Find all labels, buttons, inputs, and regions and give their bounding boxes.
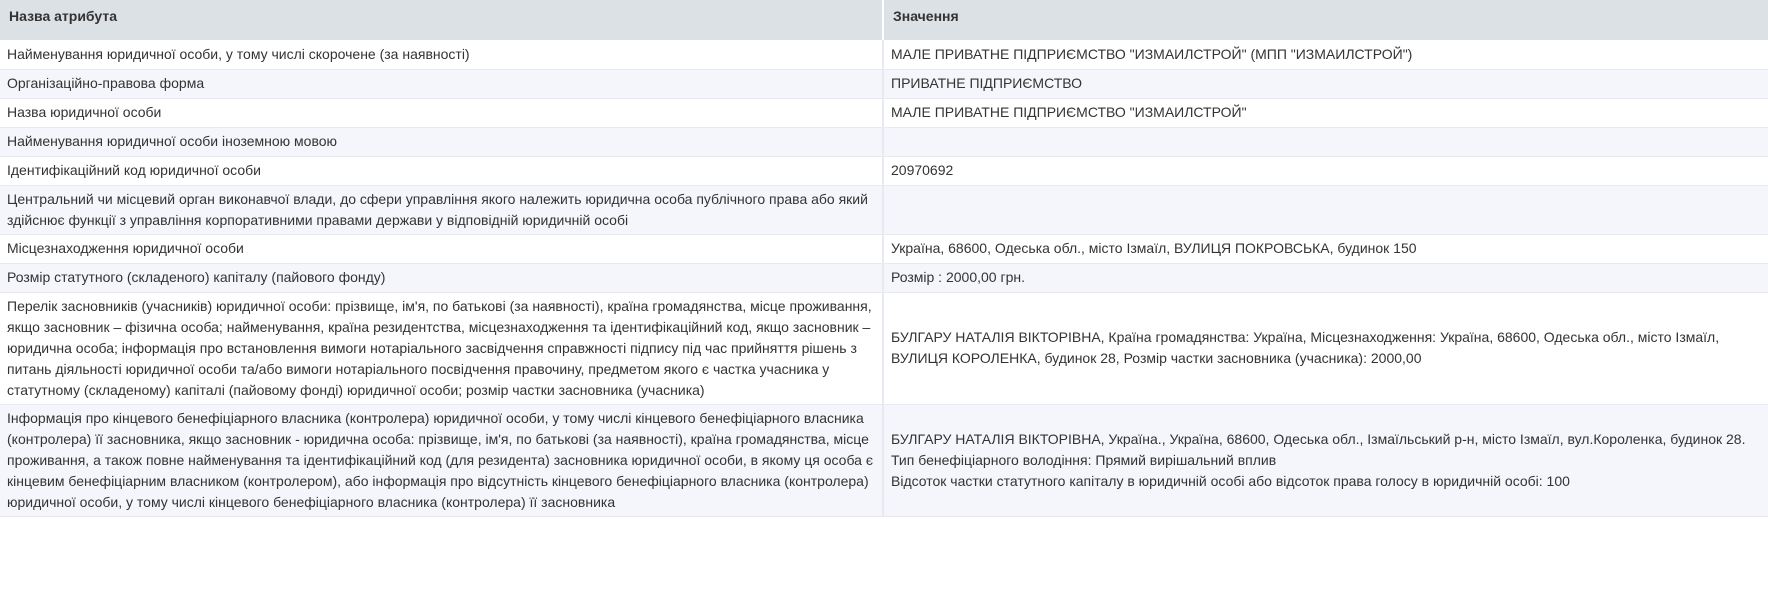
attribute-cell: Найменування юридичної особи іноземною м…: [0, 127, 884, 157]
value-cell: БУЛГАРУ НАТАЛІЯ ВІКТОРІВНА, Україна., Ук…: [883, 404, 1768, 517]
table-row: Організаційно-правова форма ПРИВАТНЕ ПІД…: [0, 69, 1768, 99]
table-row: Центральний чи місцевий орган виконавчої…: [0, 185, 1768, 235]
attribute-cell: Центральний чи місцевий орган виконавчої…: [0, 185, 884, 235]
attributes-table: Назва атрибута Значення Найменування юри…: [0, 0, 1768, 517]
beneficiary-ownership-type: Тип бенефіціарного володіння: Прямий вир…: [891, 451, 1277, 468]
attribute-cell: Назва юридичної особи: [0, 98, 884, 128]
value-cell: 20970692: [883, 156, 1768, 186]
beneficiary-share-percent: Відсоток частки статутного капіталу в юр…: [891, 472, 1570, 489]
attribute-cell: Перелік засновників (учасників) юридично…: [0, 292, 884, 405]
table-row: Місцезнаходження юридичної особи Україна…: [0, 234, 1768, 264]
attribute-cell: Ідентифікаційний код юридичної особи: [0, 156, 884, 186]
table-row: Найменування юридичної особи, у тому чис…: [0, 40, 1768, 70]
attribute-cell: Інформація про кінцевого бенефіціарного …: [0, 404, 884, 517]
attribute-cell: Найменування юридичної особи, у тому чис…: [0, 40, 884, 70]
table-row: Ідентифікаційний код юридичної особи 209…: [0, 156, 1768, 186]
table-row: Розмір статутного (складеного) капіталу …: [0, 263, 1768, 293]
attribute-cell: Місцезнаходження юридичної особи: [0, 234, 884, 264]
table-row: Найменування юридичної особи іноземною м…: [0, 127, 1768, 157]
attribute-cell: Розмір статутного (складеного) капіталу …: [0, 263, 884, 293]
value-cell: ПРИВАТНЕ ПІДПРИЄМСТВО: [883, 69, 1768, 99]
table-header-row: Назва атрибута Значення: [0, 0, 1768, 40]
table-row: Інформація про кінцевого бенефіціарного …: [0, 404, 1768, 517]
value-cell: Розмір : 2000,00 грн.: [883, 263, 1768, 293]
value-cell: БУЛГАРУ НАТАЛІЯ ВІКТОРІВНА, Країна грома…: [883, 292, 1768, 405]
column-header-value[interactable]: Значення: [883, 0, 1768, 40]
value-cell: [883, 127, 1768, 157]
attribute-cell: Організаційно-правова форма: [0, 69, 884, 99]
table-row: Перелік засновників (учасників) юридично…: [0, 292, 1768, 405]
table-row: Назва юридичної особи МАЛЕ ПРИВАТНЕ ПІДП…: [0, 98, 1768, 128]
beneficiary-details: БУЛГАРУ НАТАЛІЯ ВІКТОРІВНА, Україна., Ук…: [891, 430, 1746, 447]
value-cell: [883, 185, 1768, 235]
value-cell: МАЛЕ ПРИВАТНЕ ПІДПРИЄМСТВО "ИЗМАИЛСТРОЙ": [883, 98, 1768, 128]
value-cell: МАЛЕ ПРИВАТНЕ ПІДПРИЄМСТВО "ИЗМАИЛСТРОЙ"…: [883, 40, 1768, 70]
value-cell: Україна, 68600, Одеська обл., місто Ізма…: [883, 234, 1768, 264]
column-header-attribute[interactable]: Назва атрибута: [0, 0, 884, 40]
